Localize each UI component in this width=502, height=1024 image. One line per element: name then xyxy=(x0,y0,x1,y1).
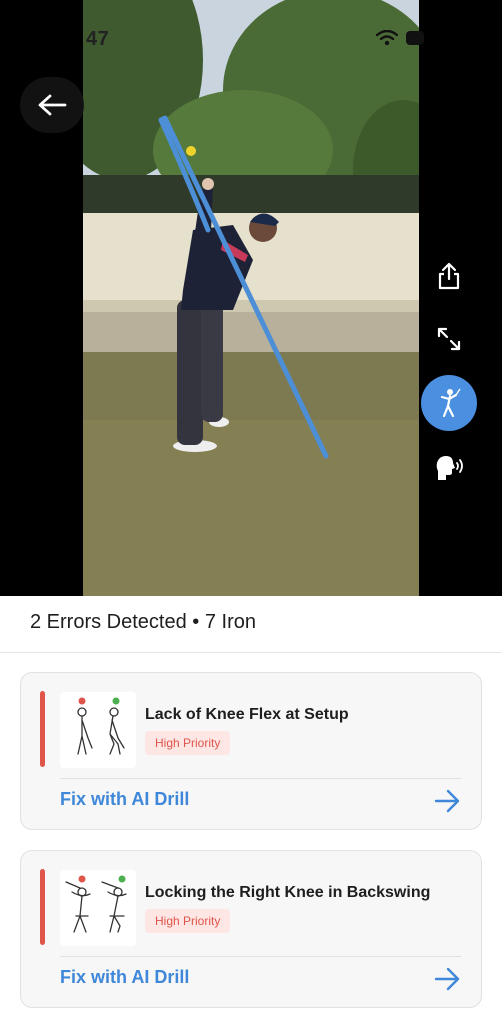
card-divider xyxy=(60,778,461,779)
golfer-icon xyxy=(440,388,461,418)
issue-title: Locking the Right Knee in Backswing xyxy=(145,884,431,901)
status-time: 47 xyxy=(86,28,110,50)
wifi-icon xyxy=(376,30,398,46)
divider xyxy=(0,652,502,653)
fullscreen-button[interactable] xyxy=(421,311,477,367)
issue-card[interactable]: Lack of Knee Flex at Setup High Priority… xyxy=(20,672,482,830)
issue-thumbnail xyxy=(60,692,136,768)
issue-title: Lack of Knee Flex at Setup xyxy=(145,706,349,723)
arrow-right-icon[interactable] xyxy=(433,965,461,993)
status-icons xyxy=(376,30,424,46)
share-icon xyxy=(438,262,460,290)
errors-summary: 2 Errors Detected • 7 Iron xyxy=(30,611,256,633)
issue-card[interactable]: Locking the Right Knee in Backswing High… xyxy=(20,850,482,1008)
issue-thumbnail xyxy=(60,870,136,946)
share-button[interactable] xyxy=(421,248,477,304)
fix-with-ai-drill-link[interactable]: Fix with AI Drill xyxy=(60,967,189,988)
card-divider xyxy=(60,956,461,957)
back-arrow-icon xyxy=(38,94,67,116)
back-button[interactable] xyxy=(20,77,84,133)
arrow-right-icon[interactable] xyxy=(433,787,461,815)
error-accent-bar xyxy=(40,691,45,767)
error-accent-bar xyxy=(40,869,45,945)
fix-with-ai-drill-link[interactable]: Fix with AI Drill xyxy=(60,789,189,810)
swing-view-button[interactable] xyxy=(421,375,477,431)
voice-icon xyxy=(436,456,463,480)
priority-badge: High Priority xyxy=(145,909,231,933)
priority-badge: High Priority xyxy=(145,731,231,755)
swing-video[interactable]: 47 xyxy=(0,0,502,596)
swing-frame xyxy=(83,0,419,596)
battery-icon xyxy=(406,31,424,45)
expand-icon xyxy=(437,327,461,351)
voice-button[interactable] xyxy=(421,440,477,496)
